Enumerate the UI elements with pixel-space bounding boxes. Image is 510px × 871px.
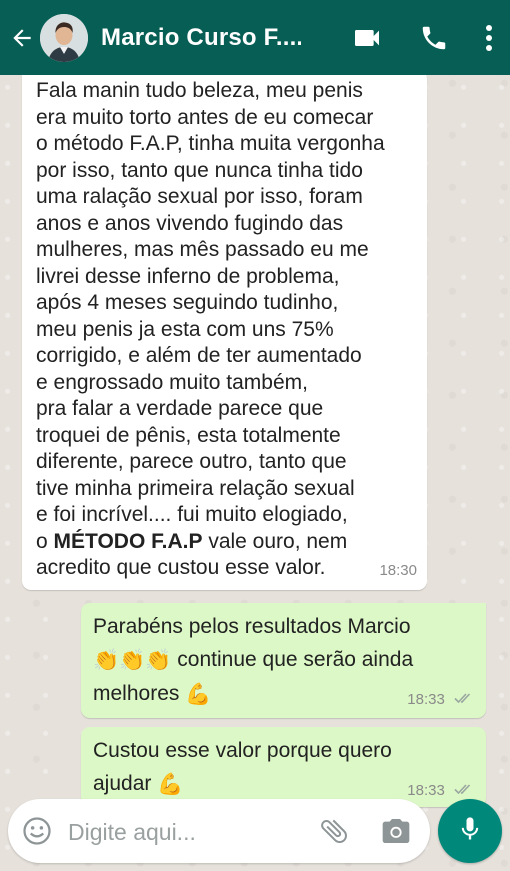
clapping-hands-icon: 👏👏👏 <box>93 648 172 672</box>
message-time: 18:33 <box>407 691 445 709</box>
mic-button[interactable] <box>438 799 502 863</box>
contact-name[interactable]: Marcio Curso F.... <box>101 24 301 52</box>
video-camera-icon[interactable] <box>350 21 384 55</box>
camera-icon[interactable] <box>380 815 412 847</box>
bold-text: MÉTODO F.A.P <box>53 529 203 553</box>
more-vert-icon[interactable] <box>482 22 496 54</box>
outgoing-message[interactable]: Parabéns pelos resultados Marcio 👏👏👏 con… <box>81 603 486 718</box>
double-check-icon <box>454 687 474 714</box>
message-time: 18:33 <box>407 782 445 800</box>
incoming-message[interactable]: Fala manin tudo beleza, meu penis era mu… <box>22 70 427 590</box>
phone-icon[interactable] <box>418 22 450 54</box>
message-input[interactable] <box>66 811 310 853</box>
message-time: 18:30 <box>379 561 417 579</box>
outgoing-message[interactable]: Custou esse valor porque quero ajudar 💪 … <box>81 727 486 807</box>
avatar[interactable] <box>40 13 88 62</box>
flexed-biceps-icon: 💪 <box>157 772 184 796</box>
mic-icon <box>456 815 484 848</box>
message-meta: 18:33 <box>407 687 474 714</box>
back-arrow-icon[interactable] <box>8 24 36 52</box>
message-composer <box>8 799 430 863</box>
message-text: Fala manin tudo beleza, meu penis era mu… <box>36 79 385 579</box>
flexed-biceps-icon: 💪 <box>185 682 212 706</box>
chat-header: Marcio Curso F.... <box>0 0 510 75</box>
emoji-icon[interactable] <box>22 816 52 846</box>
attach-icon[interactable] <box>318 815 350 847</box>
